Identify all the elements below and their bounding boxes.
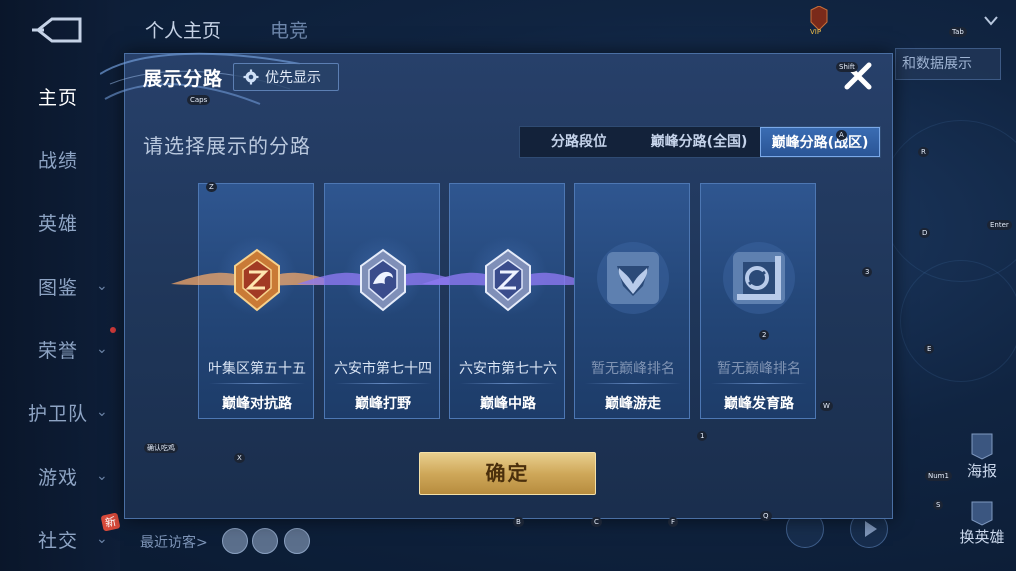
sidebar-item-gallery[interactable]: 图鉴 ⌄ bbox=[0, 266, 120, 306]
region-rank: 叶集区第五十五 bbox=[208, 361, 306, 377]
swap-hero-label: 换英雄 bbox=[959, 528, 1005, 546]
chevron-down-icon: ⌄ bbox=[96, 468, 108, 484]
sidebar-item-guard[interactable]: 护卫队 ⌄ bbox=[0, 392, 120, 432]
key-hint: B bbox=[513, 517, 524, 527]
lane-name: 巅峰发育路 bbox=[724, 396, 794, 412]
vip-text: VIP bbox=[810, 28, 822, 36]
background-swirl bbox=[900, 260, 1016, 382]
key-hint: F bbox=[668, 517, 679, 527]
wings-icon bbox=[597, 242, 669, 314]
lane-type-tabs: 分路段位 巅峰分路(全国) 巅峰分路(战区) bbox=[519, 126, 881, 158]
key-hint: Q bbox=[760, 511, 772, 521]
chevron-down-icon: ⌄ bbox=[96, 531, 108, 547]
sidebar-item-label: 社交 bbox=[38, 529, 79, 552]
lane-name: 巅峰中路 bbox=[480, 396, 536, 412]
poster-button[interactable]: 海报 bbox=[958, 432, 1006, 481]
sidebar-item-heroes[interactable]: 英雄 bbox=[0, 202, 120, 242]
key-hint: Num1 bbox=[925, 471, 952, 481]
recent-visitors-link[interactable]: 最近访客> bbox=[140, 532, 208, 552]
sidebar-item-label: 英雄 bbox=[38, 212, 79, 235]
divider bbox=[460, 383, 556, 384]
avatar[interactable] bbox=[222, 528, 248, 554]
sidebar-item-label: 游戏 bbox=[38, 466, 79, 489]
background-swirl bbox=[880, 120, 1016, 282]
priority-display-button[interactable]: 优先显示 bbox=[233, 63, 339, 91]
key-hint: R bbox=[918, 147, 929, 157]
tab-profile[interactable]: 个人主页 bbox=[145, 16, 221, 43]
region-rank: 暂无巅峰排名 bbox=[591, 361, 675, 377]
chevron-down-icon: ⌄ bbox=[96, 278, 108, 294]
poster-label: 海报 bbox=[966, 462, 997, 480]
sidebar-item-label: 战绩 bbox=[38, 149, 79, 172]
key-hint: Shift bbox=[836, 62, 858, 72]
swap-hero-button[interactable]: 换英雄 bbox=[952, 500, 1012, 547]
key-hint: Z bbox=[206, 182, 217, 192]
divider bbox=[711, 383, 807, 384]
divider bbox=[335, 383, 431, 384]
key-hint: 确认吃鸡 bbox=[144, 443, 178, 453]
key-hint: W bbox=[820, 401, 833, 411]
tab-peak-region[interactable]: 巅峰分路(战区) bbox=[760, 127, 880, 157]
lane-name: 巅峰游走 bbox=[605, 396, 661, 412]
sidebar-item-label: 荣誉 bbox=[38, 339, 79, 362]
poster-icon bbox=[971, 433, 993, 460]
region-rank: 六安市第七十六 bbox=[459, 361, 557, 377]
sidebar-item-label: 护卫队 bbox=[28, 402, 89, 425]
tab-lane-rank[interactable]: 分路段位 bbox=[520, 127, 638, 157]
target-icon bbox=[723, 242, 795, 314]
tab-peak-national[interactable]: 巅峰分路(全国) bbox=[638, 127, 760, 157]
data-display-button[interactable]: 和数据展示 bbox=[895, 48, 1001, 80]
priority-display-label: 优先显示 bbox=[265, 70, 321, 86]
back-icon[interactable] bbox=[30, 16, 84, 44]
avatar[interactable] bbox=[252, 528, 278, 554]
sidebar-item-games[interactable]: 游戏 ⌄ bbox=[0, 456, 120, 496]
gear-icon bbox=[243, 69, 259, 85]
lane-card-adc[interactable]: 暂无巅峰排名 巅峰发育路 bbox=[700, 183, 816, 419]
profile-area[interactable]: VIP bbox=[798, 6, 998, 36]
lane-card-mid[interactable]: 六安市第七十六 巅峰中路 bbox=[422, 183, 594, 419]
sidebar-item-label: 主页 bbox=[38, 86, 79, 109]
notification-dot bbox=[110, 327, 116, 333]
dialog-subtitle: 请选择展示的分路 bbox=[143, 134, 311, 158]
confirm-button[interactable]: 确定 bbox=[419, 452, 596, 495]
key-hint: Enter bbox=[987, 220, 1012, 230]
tab-esports[interactable]: 电竞 bbox=[270, 16, 308, 43]
key-hint: C bbox=[591, 517, 602, 527]
dialog-title: 展示分路 bbox=[143, 68, 224, 90]
sidebar-item-honor[interactable]: 荣誉 ⌄ bbox=[0, 329, 120, 369]
key-hint: X bbox=[234, 453, 245, 463]
sidebar-item-record[interactable]: 战绩 bbox=[0, 139, 120, 179]
key-hint: Tab bbox=[949, 27, 967, 37]
key-hint: S bbox=[933, 500, 944, 510]
key-hint: Caps bbox=[187, 95, 211, 105]
lane-card-support[interactable]: 暂无巅峰排名 巅峰游走 bbox=[574, 183, 690, 419]
region-rank: 六安市第七十四 bbox=[334, 361, 432, 377]
chevron-down-icon: ⌄ bbox=[96, 404, 108, 420]
hero-icon bbox=[971, 501, 993, 526]
divider bbox=[585, 383, 681, 384]
lane-name: 巅峰打野 bbox=[355, 396, 411, 412]
sidebar-item-label: 图鉴 bbox=[38, 276, 79, 299]
avatar[interactable] bbox=[284, 528, 310, 554]
divider bbox=[209, 383, 305, 384]
key-hint: A bbox=[836, 130, 847, 140]
region-rank: 暂无巅峰排名 bbox=[717, 361, 801, 377]
chevron-down-icon: ⌄ bbox=[96, 341, 108, 357]
chevron-down-icon[interactable] bbox=[984, 16, 998, 26]
silver-shield-emblem bbox=[422, 248, 594, 312]
lane-name: 巅峰对抗路 bbox=[222, 396, 292, 412]
